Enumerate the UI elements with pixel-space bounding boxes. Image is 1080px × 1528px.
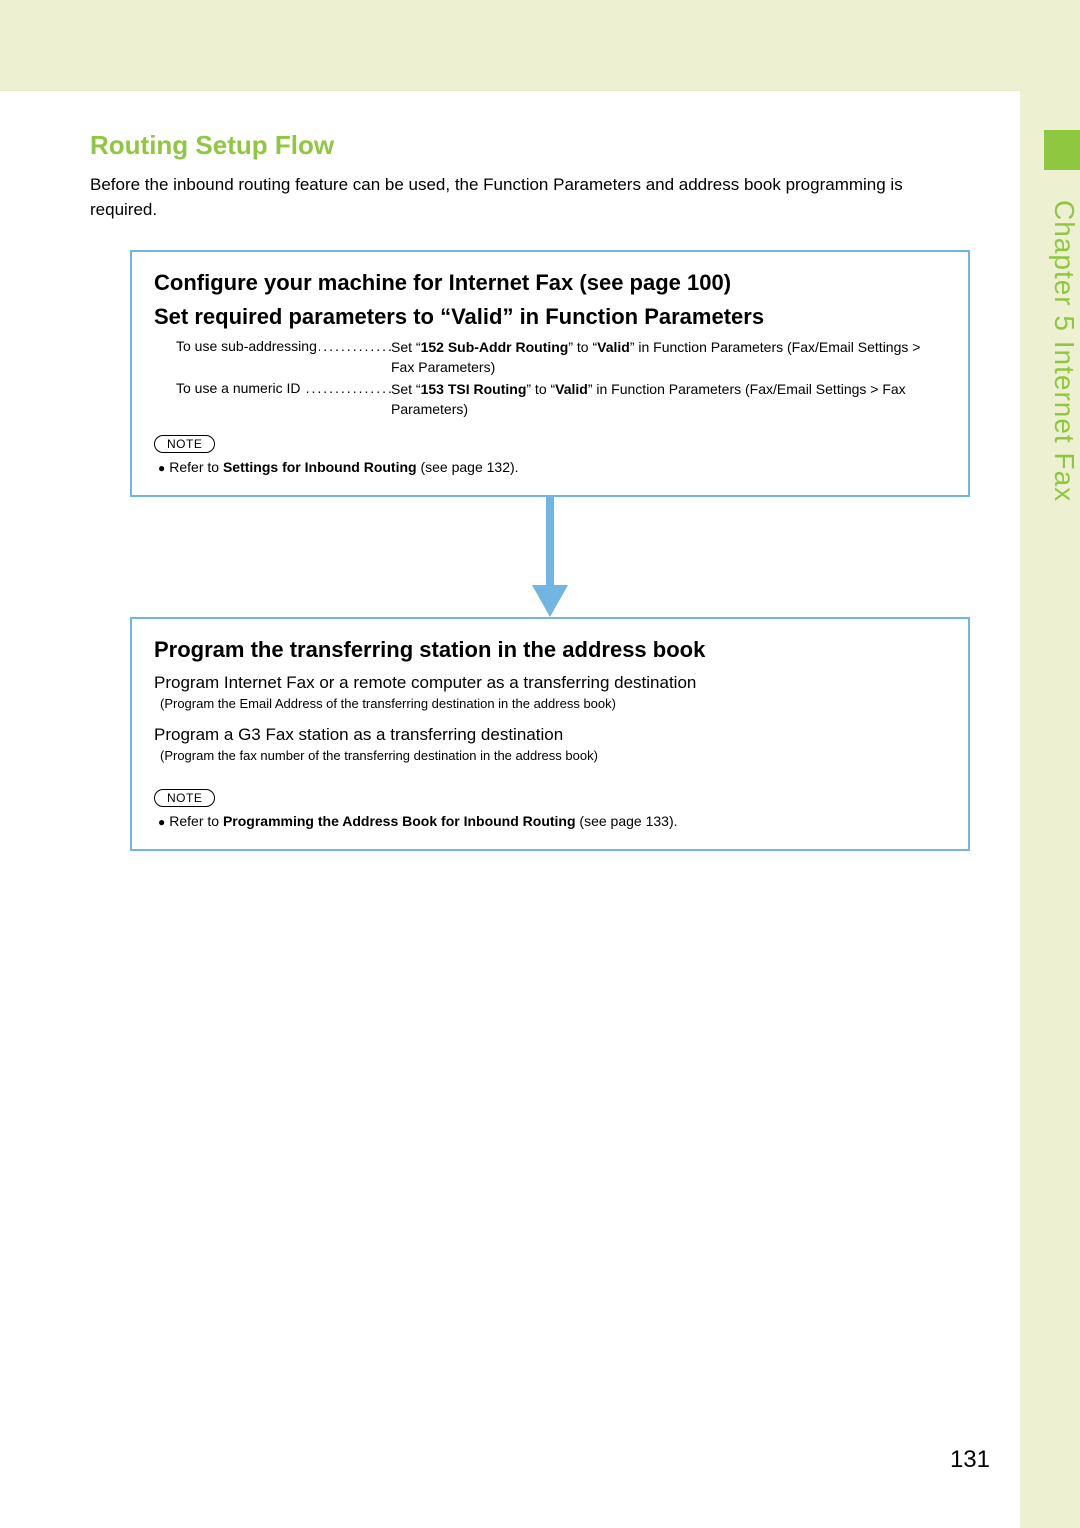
box2-sub2: (Program the fax number of the transferr… [160, 748, 946, 763]
param-left-tsi: To use a numeric ID [176, 380, 303, 396]
flow-arrow [130, 497, 970, 617]
param-row-subaddr: To use sub-addressing Set “152 Sub-Addr … [176, 338, 946, 377]
param-right-subaddr: Set “152 Sub-Addr Routing” to “Valid” in… [391, 338, 946, 377]
param-row-tsi: To use a numeric ID Set “153 TSI Routing… [176, 380, 946, 419]
note-badge-2: NOTE [154, 789, 215, 807]
page-number: 131 [950, 1446, 990, 1474]
section-title: Routing Setup Flow [90, 130, 970, 161]
bullet-icon: ● [158, 815, 165, 829]
t: ” to “ [526, 381, 555, 397]
t: Set “ [391, 339, 421, 355]
note-line-1: ● Refer to Settings for Inbound Routing (… [158, 459, 946, 475]
box2-sub1: (Program the Email Address of the transf… [160, 696, 946, 711]
t: Programming the Address Book for Inbound… [223, 813, 576, 829]
flow-box-program: Program the transferring station in the … [130, 617, 970, 851]
t: Refer to [169, 813, 223, 829]
box1-heading1: Configure your machine for Internet Fax … [154, 270, 946, 296]
param-right-tsi: Set “153 TSI Routing” to “Valid” in Func… [391, 380, 946, 419]
intro-text: Before the inbound routing feature can b… [90, 173, 970, 222]
note-line-2: ● Refer to Programming the Address Book f… [158, 813, 946, 829]
flow-box-configure: Configure your machine for Internet Fax … [130, 250, 970, 497]
t: Valid [597, 339, 630, 355]
chapter-tab [1044, 130, 1080, 170]
box2-line2: Program a G3 Fax station as a transferri… [154, 725, 946, 745]
box2-line1: Program Internet Fax or a remote compute… [154, 673, 946, 693]
t: Refer to [169, 459, 223, 475]
page-content: Routing Setup Flow Before the inbound ro… [90, 130, 970, 851]
chapter-label: Chapter 5 Internet Fax [1032, 200, 1080, 700]
t: Settings for Inbound Routing [223, 459, 417, 475]
t: (see page 132). [417, 459, 519, 475]
bullet-icon: ● [158, 461, 165, 475]
param-left-subaddr: To use sub-addressing [176, 338, 319, 354]
t: 153 TSI Routing [421, 381, 527, 397]
top-band [0, 0, 1080, 90]
t: Valid [555, 381, 588, 397]
t: ” to “ [568, 339, 597, 355]
note-badge: NOTE [154, 435, 215, 453]
arrow-down-icon [530, 497, 570, 617]
t: Set “ [391, 381, 421, 397]
t: 152 Sub-Addr Routing [421, 339, 569, 355]
divider [0, 90, 1080, 91]
box1-heading2: Set required parameters to “Valid” in Fu… [154, 304, 946, 330]
box2-heading: Program the transferring station in the … [154, 637, 946, 663]
t: (see page 133). [576, 813, 678, 829]
